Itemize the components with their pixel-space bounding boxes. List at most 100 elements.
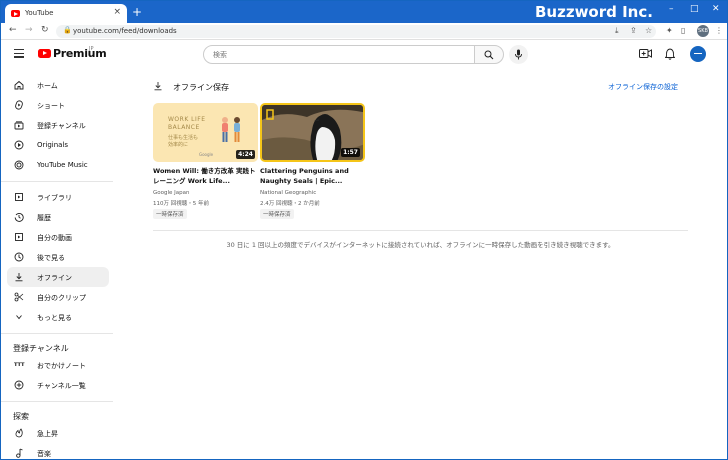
- browser-tab[interactable]: YouTube ×: [5, 4, 127, 23]
- close-window-button[interactable]: ✕: [712, 4, 720, 14]
- sidebar-item-show-more[interactable]: もっと見る: [7, 307, 109, 327]
- voice-search-button[interactable]: [509, 45, 528, 64]
- side-panel-icon[interactable]: ▯: [681, 26, 685, 35]
- sidebar-item-offline[interactable]: オフライン: [7, 267, 109, 287]
- brand-overlay: Buzzword Inc.: [535, 3, 653, 21]
- sidebar-item-label: ライブラリ: [37, 194, 72, 202]
- sidebar-divider: [1, 333, 113, 334]
- video-thumbnail[interactable]: 1:57: [260, 103, 365, 162]
- search-button[interactable]: [474, 45, 504, 64]
- sidebar-item-trending[interactable]: 急上昇: [7, 423, 109, 443]
- page-title: オフライン保存: [173, 83, 229, 92]
- subscriptions-heading: 登録チャンネル: [13, 344, 69, 353]
- trending-icon: [15, 428, 23, 438]
- minimize-button[interactable]: –: [669, 4, 674, 14]
- sidebar-item-youtube-music[interactable]: YouTube Music: [7, 155, 109, 175]
- sidebar-item-watch-later[interactable]: 後で見る: [7, 247, 109, 267]
- video-title[interactable]: Clattering Penguins and Naughty Seals | …: [260, 166, 368, 186]
- video-duration: 4:24: [236, 150, 255, 159]
- bookmark-star-icon[interactable]: ☆: [645, 26, 652, 35]
- library-icon: [15, 193, 23, 201]
- sidebar-item-history[interactable]: 履歴: [7, 207, 109, 227]
- create-video-icon[interactable]: [639, 48, 652, 59]
- sidebar-item-my-videos[interactable]: 自分の動画: [7, 227, 109, 247]
- people-illustration-icon: [222, 117, 240, 142]
- address-bar: ← → ↻ 🔒 youtube.com/feed/downloads ⤓ ⇪ ☆…: [1, 23, 727, 40]
- thumbnail-text: 効率的に: [168, 142, 189, 148]
- home-icon: [14, 80, 24, 90]
- account-avatar[interactable]: [690, 46, 706, 62]
- search-input[interactable]: 検索: [203, 45, 475, 64]
- youtube-logo-icon[interactable]: [38, 49, 51, 58]
- content-divider: [153, 230, 688, 231]
- channel-name[interactable]: Google Japan: [153, 190, 189, 196]
- search-placeholder: 検索: [213, 51, 227, 59]
- video-thumbnail[interactable]: WORK LIFE BALANCE 仕事も生活も 効率的に Google 4:2…: [153, 103, 258, 162]
- lock-icon: 🔒: [63, 26, 72, 34]
- new-tab-button[interactable]: +: [132, 5, 142, 19]
- sidebar-item-channel[interactable]: ᴛᴛᴛ おでかけノート: [7, 355, 109, 375]
- channel-avatar-icon: ᴛᴛᴛ: [14, 361, 25, 368]
- sidebar-item-label: Originals: [37, 141, 69, 149]
- reload-icon[interactable]: ↻: [41, 25, 49, 35]
- forward-icon[interactable]: →: [25, 25, 33, 35]
- tab-title: YouTube: [25, 9, 54, 17]
- sidebar-item-subscriptions[interactable]: 登録チャンネル: [7, 115, 109, 135]
- sidebar-item-music[interactable]: 音楽: [7, 443, 109, 459]
- browser-window: YouTube × + Buzzword Inc. – □ ✕ ← → ↻ 🔒 …: [0, 0, 728, 460]
- youtube-wordmark[interactable]: Premium: [53, 47, 107, 60]
- url-text[interactable]: youtube.com/feed/downloads: [73, 27, 177, 35]
- video-meta: 110万 回視聴・5 年前: [153, 201, 209, 207]
- history-icon: [14, 212, 24, 222]
- originals-icon: [14, 140, 24, 150]
- browser-profile-avatar[interactable]: SKB: [697, 25, 709, 37]
- thumbnail-text: BALANCE: [168, 124, 200, 131]
- explore-heading: 探索: [13, 412, 29, 421]
- sidebar-item-label: もっと見る: [37, 314, 72, 322]
- maximize-button[interactable]: □: [690, 4, 699, 14]
- youtube-header: Premium JP 検索: [1, 41, 727, 69]
- subscriptions-icon: [14, 121, 24, 130]
- sidebar-item-home[interactable]: ホーム: [7, 75, 109, 95]
- sidebar-item-originals[interactable]: Originals: [7, 135, 109, 155]
- sidebar-item-my-clips[interactable]: 自分のクリップ: [7, 287, 109, 307]
- chevron-down-icon: [16, 315, 22, 320]
- sidebar-item-label: おでかけノート: [37, 362, 86, 370]
- sidebar-item-label: ホーム: [37, 82, 58, 90]
- download-icon: [154, 82, 162, 91]
- sidebar-item-label: 履歴: [37, 214, 51, 222]
- omnibox[interactable]: 🔒 youtube.com/feed/downloads ⤓ ⇪ ☆: [56, 25, 656, 38]
- sidebar-item-label: YouTube Music: [37, 161, 88, 169]
- clip-icon: [14, 292, 24, 302]
- downloaded-badge: 一時保存済: [153, 209, 187, 219]
- browser-menu-icon[interactable]: ⋮: [715, 26, 723, 35]
- my-videos-icon: [15, 233, 23, 241]
- tab-strip: YouTube × + Buzzword Inc. – □ ✕: [1, 1, 727, 23]
- extensions-icon[interactable]: ✦: [666, 26, 673, 35]
- tab-close-button[interactable]: ×: [113, 7, 121, 17]
- thumbnail-google-text: Google: [199, 152, 214, 157]
- offline-settings-link[interactable]: オフライン保存の設定: [608, 82, 678, 92]
- share-icon[interactable]: ⇪: [630, 26, 637, 35]
- video-title[interactable]: Women Will: 働き方改革 実践トレーニング Work Life...: [153, 166, 261, 186]
- sidebar-item-label: 後で見る: [37, 254, 65, 262]
- sidebar-item-shorts[interactable]: ショート: [7, 95, 109, 115]
- search-icon: [484, 50, 494, 60]
- region-code: JP: [89, 46, 94, 52]
- youtube-favicon-icon: [11, 10, 20, 17]
- thumbnail-text: 仕事も生活も: [168, 135, 199, 141]
- menu-icon[interactable]: [14, 49, 24, 60]
- sidebar-item-label: ショート: [37, 102, 65, 110]
- sidebar-item-channel-list[interactable]: チャンネル一覧: [7, 375, 109, 395]
- install-icon[interactable]: ⤓: [615, 26, 619, 36]
- microphone-icon: [515, 49, 522, 60]
- sidebar-divider: [1, 181, 113, 182]
- back-icon[interactable]: ←: [9, 25, 17, 35]
- sidebar-item-label: 自分のクリップ: [37, 294, 86, 302]
- sidebar-item-library[interactable]: ライブラリ: [7, 187, 109, 207]
- shorts-icon: [15, 100, 23, 110]
- downloaded-badge: 一時保存済: [260, 209, 294, 219]
- notifications-bell-icon[interactable]: [665, 48, 675, 60]
- channel-name[interactable]: National Geographic: [260, 190, 316, 196]
- download-icon: [15, 273, 23, 282]
